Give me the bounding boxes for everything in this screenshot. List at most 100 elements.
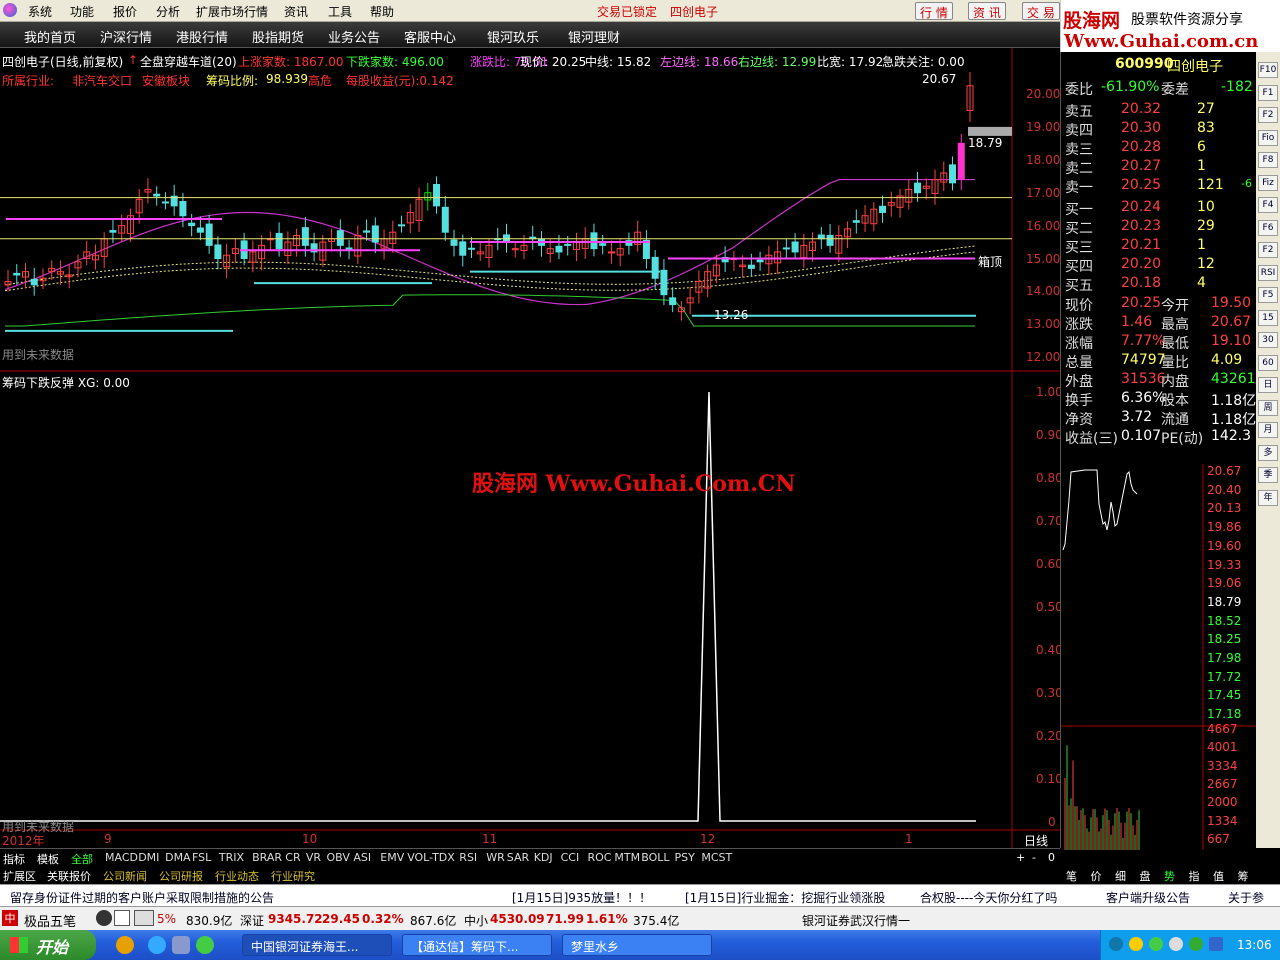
menu-system[interactable]: 系统 bbox=[28, 3, 52, 20]
indicator-tab[interactable]: MTM bbox=[614, 851, 640, 864]
sidebar-button[interactable]: 月 bbox=[1258, 422, 1278, 438]
indicator-tab[interactable]: KDJ bbox=[534, 851, 553, 864]
punct-icon[interactable] bbox=[114, 910, 130, 926]
sub-tab[interactable]: 扩展区 bbox=[3, 868, 36, 884]
indicator-tab[interactable]: WR bbox=[486, 851, 505, 864]
indicator-tab[interactable]: TRIX bbox=[219, 851, 244, 864]
menu-info[interactable]: 资讯 bbox=[284, 3, 308, 20]
menu-analysis[interactable]: 分析 bbox=[156, 3, 180, 20]
sub-tab[interactable]: 关联报价 bbox=[47, 868, 91, 884]
sidebar-button[interactable]: F4 bbox=[1258, 197, 1278, 213]
indicator-tab[interactable]: OBV bbox=[327, 851, 350, 864]
indicator-tab[interactable]: MCST bbox=[701, 851, 732, 864]
kline-chart-svg[interactable] bbox=[0, 48, 1060, 848]
quote-tab[interactable]: 指 bbox=[1189, 868, 1200, 884]
indicator-tab[interactable]: 全部 bbox=[71, 851, 93, 867]
task-tongdaxin[interactable]: 【通达信】筹码下... bbox=[402, 934, 552, 956]
zoom-reset-button[interactable]: 0 bbox=[1048, 851, 1055, 864]
tray-icon-1[interactable] bbox=[1109, 937, 1123, 951]
sidebar-button[interactable]: 日 bbox=[1258, 377, 1278, 393]
indicator-tab[interactable]: BRAR bbox=[252, 851, 282, 864]
quote-button[interactable]: 行 情 bbox=[915, 2, 953, 20]
indicator-tab[interactable]: VOL-TDX bbox=[407, 851, 455, 864]
quote-tab[interactable]: 笔 bbox=[1066, 868, 1077, 884]
zoom-in-button[interactable]: + bbox=[1016, 851, 1025, 864]
tray-icon-4[interactable] bbox=[1169, 937, 1183, 951]
quote-tab[interactable]: 盘 bbox=[1140, 868, 1151, 884]
sidebar-button[interactable]: F6 bbox=[1258, 219, 1278, 236]
sidebar-button[interactable]: RSI bbox=[1258, 264, 1278, 281]
nav-hk[interactable]: 港股行情 bbox=[176, 27, 228, 46]
indicator-tab[interactable]: 模板 bbox=[37, 851, 59, 867]
period-label[interactable]: 日线 bbox=[1024, 832, 1048, 849]
sidebar-button[interactable]: F2 bbox=[1258, 107, 1278, 123]
sidebar-button[interactable]: Fio bbox=[1258, 129, 1278, 146]
indicator-tab[interactable]: CR bbox=[285, 851, 300, 864]
tray-icon-3[interactable] bbox=[1149, 937, 1163, 951]
news-item-5[interactable]: 客户端升级公告 bbox=[1106, 889, 1190, 906]
bid-row[interactable]: 买一 20.24 10 bbox=[1061, 199, 1257, 218]
nav-home[interactable]: 我的首页 bbox=[24, 27, 76, 46]
nav-sh-sz[interactable]: 沪深行情 bbox=[100, 27, 152, 46]
tray-icon-2[interactable] bbox=[1129, 937, 1143, 951]
indicator-tab[interactable]: MACD bbox=[105, 851, 138, 864]
sidebar-button[interactable]: 多 bbox=[1258, 444, 1278, 461]
menu-ext-market[interactable]: 扩展市场行情 bbox=[196, 3, 268, 20]
ask-row[interactable]: 卖一 20.25 121 -6 bbox=[1061, 177, 1257, 196]
tray-icon-5[interactable] bbox=[1189, 937, 1203, 951]
sidebar-button[interactable]: F8 bbox=[1258, 152, 1278, 168]
indicator-tab[interactable]: PSY bbox=[675, 851, 695, 864]
sidebar-button[interactable]: Fiz bbox=[1258, 174, 1278, 191]
sub-tab[interactable]: 公司新闻 bbox=[103, 868, 147, 884]
quicklaunch-app-icon[interactable] bbox=[196, 936, 214, 954]
news-item-6[interactable]: 关于参 bbox=[1228, 889, 1264, 906]
bid-row[interactable]: 买三 20.21 1 bbox=[1061, 237, 1257, 256]
indicator-tab[interactable]: DMA bbox=[165, 851, 191, 864]
indicator-tab[interactable]: SAR bbox=[507, 851, 529, 864]
sub-tab[interactable]: 公司研报 bbox=[159, 868, 203, 884]
ask-row[interactable]: 卖二 20.27 1 bbox=[1061, 158, 1257, 177]
indicator-tab[interactable]: 指标 bbox=[3, 851, 25, 867]
quote-tab[interactable]: 细 bbox=[1115, 868, 1126, 884]
indicator-tab[interactable]: ASI bbox=[353, 851, 371, 864]
tray-icon-6[interactable] bbox=[1209, 937, 1223, 951]
sidebar-button[interactable]: 30 bbox=[1258, 332, 1278, 348]
indicator-tab[interactable]: DMI bbox=[138, 851, 159, 864]
quote-tab[interactable]: 价 bbox=[1091, 868, 1102, 884]
sidebar-button[interactable]: 15 bbox=[1258, 309, 1278, 326]
news-item-2[interactable]: [1月15日]935放量！！！ bbox=[512, 889, 651, 906]
sidebar-button[interactable]: 周 bbox=[1258, 399, 1278, 416]
bid-row[interactable]: 买四 20.20 12 bbox=[1061, 256, 1257, 275]
task-galaxy-securities[interactable]: 中国银河证券海王... bbox=[242, 934, 392, 956]
moon-icon[interactable] bbox=[96, 910, 112, 926]
menu-quote[interactable]: 报价 bbox=[113, 3, 137, 20]
quote-tab[interactable]: 值 bbox=[1213, 868, 1224, 884]
zoom-out-button[interactable]: - bbox=[1032, 851, 1036, 864]
quicklaunch-ie-icon[interactable] bbox=[148, 936, 166, 954]
menu-tools[interactable]: 工具 bbox=[328, 3, 352, 20]
trade-button[interactable]: 交 易 bbox=[1022, 2, 1060, 20]
nav-futures[interactable]: 股指期货 bbox=[252, 27, 304, 46]
sidebar-button[interactable]: 年 bbox=[1258, 489, 1278, 506]
news-item-4[interactable]: 合权股----今天你分红了吗 bbox=[920, 889, 1057, 906]
keyboard-icon[interactable] bbox=[134, 910, 154, 926]
news-item-3[interactable]: [1月15日]行业掘金：挖掘行业领涨股 bbox=[685, 889, 885, 906]
sidebar-button[interactable]: F2 bbox=[1258, 242, 1278, 258]
ask-row[interactable]: 卖四 20.30 83 bbox=[1061, 120, 1257, 139]
indicator-tab[interactable]: FSL bbox=[192, 851, 211, 864]
quote-tab[interactable]: 筹 bbox=[1238, 868, 1249, 884]
indicator-tab[interactable]: ROC bbox=[588, 851, 612, 864]
menu-help[interactable]: 帮助 bbox=[370, 3, 394, 20]
quicklaunch-windows-icon[interactable] bbox=[116, 936, 134, 954]
quote-tab[interactable]: 势 bbox=[1164, 868, 1175, 884]
bid-row[interactable]: 买二 20.23 29 bbox=[1061, 218, 1257, 237]
nav-club[interactable]: 银河玖乐 bbox=[487, 27, 539, 46]
indicator-tab[interactable]: RSI bbox=[459, 851, 477, 864]
sidebar-button[interactable]: F5 bbox=[1258, 287, 1278, 303]
nav-notice[interactable]: 业务公告 bbox=[328, 27, 380, 46]
sub-tab[interactable]: 行业动态 bbox=[215, 868, 259, 884]
sidebar-button[interactable]: 季 bbox=[1258, 467, 1278, 483]
ime-icon[interactable]: 中 bbox=[2, 910, 18, 926]
indicator-tab[interactable]: CCI bbox=[561, 851, 580, 864]
sidebar-button[interactable]: 60 bbox=[1258, 354, 1278, 371]
